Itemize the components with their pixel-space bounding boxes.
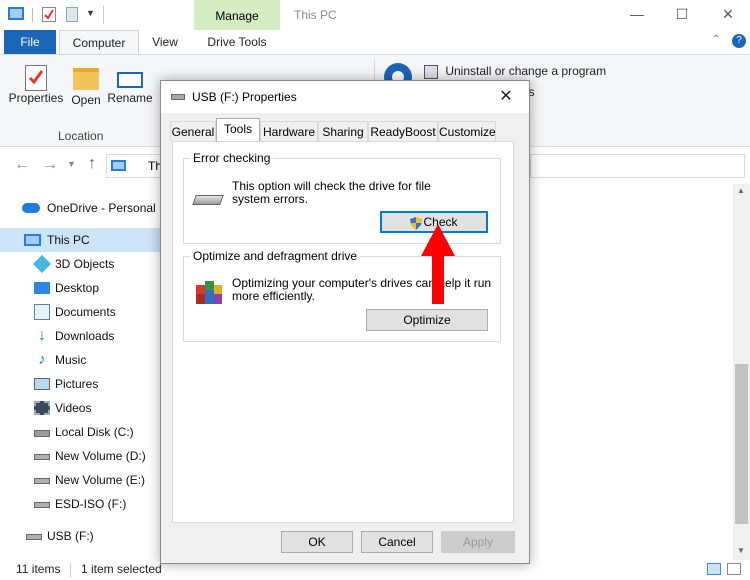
nav-item-new-volume-e[interactable]: New Volume (E:)	[0, 468, 160, 492]
new-folder-qat-icon[interactable]	[66, 7, 78, 22]
minimize-button[interactable]: —	[627, 4, 647, 24]
tab-customize[interactable]: Customize	[438, 121, 496, 141]
maximize-button[interactable]: ☐	[672, 4, 692, 24]
documents-icon	[34, 304, 50, 320]
music-icon: ♪	[38, 351, 46, 368]
tools-tab-panel: Error checking This option will check th…	[172, 141, 514, 523]
usb-drive-icon	[171, 94, 185, 100]
error-checking-text-2: system errors.	[232, 192, 309, 206]
manage-context-tab[interactable]: Manage	[194, 0, 280, 30]
ribbon-collapse-icon[interactable]: ⌃	[712, 34, 720, 45]
folder-icon	[73, 68, 99, 90]
optimize-title: Optimize and defragment drive	[190, 249, 361, 263]
address-bar[interactable]: Th	[106, 154, 166, 178]
3d-objects-icon	[32, 254, 52, 274]
tab-file[interactable]: File	[4, 30, 56, 54]
properties-button[interactable]: Properties	[6, 63, 66, 113]
uninstall-program-button[interactable]: Uninstall or change a program	[424, 62, 606, 80]
error-checking-text-1: This option will check the drive for fil…	[232, 179, 431, 193]
uninstall-label: Uninstall or change a program	[445, 64, 607, 78]
tab-readyboost[interactable]: ReadyBoost	[368, 121, 438, 141]
status-separator	[70, 563, 71, 577]
open-button[interactable]: Open	[68, 63, 104, 113]
error-checking-title: Error checking	[190, 151, 274, 165]
scroll-up-icon[interactable]: ▲	[737, 186, 745, 195]
scroll-down-icon[interactable]: ▼	[737, 546, 745, 555]
nav-item-esd-iso-f[interactable]: ESD-ISO (F:)	[0, 492, 160, 516]
nav-item-usb-f[interactable]: USB (F:)	[0, 524, 160, 548]
properties-qat-icon[interactable]	[42, 7, 56, 22]
pictures-icon	[34, 378, 50, 390]
drive-icon	[34, 478, 50, 484]
drive-icon	[34, 502, 50, 508]
tab-computer[interactable]: Computer	[59, 30, 139, 54]
properties-dialog: USB (F:) Properties ✕ General Tools Hard…	[160, 80, 530, 564]
videos-icon	[34, 401, 50, 415]
dialog-title: USB (F:) Properties	[192, 90, 297, 104]
this-pc-icon	[24, 234, 41, 246]
nav-item-3d-objects[interactable]: 3D Objects	[0, 252, 160, 276]
dialog-close-button[interactable]: ✕	[495, 86, 517, 108]
rename-label: Rename	[107, 91, 153, 105]
nav-item-local-disk-c[interactable]: Local Disk (C:)	[0, 420, 160, 444]
rename-button[interactable]: Rename	[106, 63, 154, 113]
properties-label: Properties	[8, 91, 64, 105]
nav-item-music[interactable]: ♪ Music	[0, 348, 160, 372]
qat-separator	[103, 6, 104, 24]
nav-item-downloads[interactable]: ↓ Downloads	[0, 324, 160, 348]
cancel-button[interactable]: Cancel	[361, 531, 433, 553]
nav-item-new-volume-d[interactable]: New Volume (D:)	[0, 444, 160, 468]
selected-count: 1 item selected	[81, 562, 162, 576]
tab-view[interactable]: View	[142, 30, 188, 54]
large-icons-view-icon[interactable]	[727, 563, 741, 575]
nav-item-onedrive[interactable]: OneDrive - Personal	[0, 196, 160, 220]
nav-item-desktop[interactable]: Desktop	[0, 276, 160, 300]
back-arrow-icon[interactable]: ←	[14, 156, 30, 174]
up-arrow-icon[interactable]: ↑	[88, 155, 96, 173]
this-pc-address-icon	[111, 160, 126, 171]
programs-icon	[424, 64, 438, 79]
optimize-text-2: more efficiently.	[232, 289, 315, 303]
help-icon[interactable]: ?	[732, 34, 746, 48]
open-label: Open	[71, 93, 101, 107]
nav-item-videos[interactable]: Videos	[0, 396, 160, 420]
scroll-thumb[interactable]	[735, 364, 748, 524]
defrag-icon	[194, 277, 224, 307]
history-chevron-icon[interactable]: ▼	[67, 159, 76, 169]
item-count: 11 items	[16, 562, 61, 576]
window-title: This PC	[294, 8, 337, 22]
drive-icon	[192, 195, 224, 205]
red-annotation-arrow	[421, 224, 455, 304]
forward-arrow-icon[interactable]: →	[42, 156, 58, 174]
drive-icon	[34, 454, 50, 460]
tab-hardware[interactable]: Hardware	[260, 121, 318, 141]
qat-dropdown-icon[interactable]: ▼	[86, 8, 95, 18]
tab-tools[interactable]: Tools	[216, 118, 260, 142]
dialog-title-bar: USB (F:) Properties ✕	[161, 81, 529, 113]
optimize-button[interactable]: Optimize	[366, 309, 488, 331]
nav-item-pictures[interactable]: Pictures	[0, 372, 160, 396]
ok-button[interactable]: OK	[281, 531, 353, 553]
rename-icon	[117, 72, 143, 88]
nav-item-this-pc[interactable]: This PC	[0, 228, 160, 252]
details-view-icon[interactable]	[707, 563, 721, 575]
vertical-scrollbar[interactable]: ▲ ▼	[733, 184, 750, 560]
close-window-button[interactable]: ✕	[718, 4, 738, 24]
drive-icon	[34, 430, 50, 437]
downloads-icon: ↓	[38, 327, 46, 344]
apply-button[interactable]: Apply	[441, 531, 515, 553]
separator	[32, 8, 33, 22]
properties-icon	[25, 65, 47, 91]
this-pc-small-icon	[8, 7, 24, 20]
tab-sharing[interactable]: Sharing	[318, 121, 368, 141]
onedrive-icon	[22, 203, 40, 213]
tab-general[interactable]: General	[170, 121, 216, 141]
desktop-icon	[34, 282, 50, 294]
nav-item-documents[interactable]: Documents	[0, 300, 160, 324]
tab-drive-tools[interactable]: Drive Tools	[194, 30, 280, 54]
ribbon-group-location: Location	[58, 129, 104, 143]
search-box[interactable]	[530, 154, 745, 178]
usb-drive-icon	[26, 534, 42, 540]
